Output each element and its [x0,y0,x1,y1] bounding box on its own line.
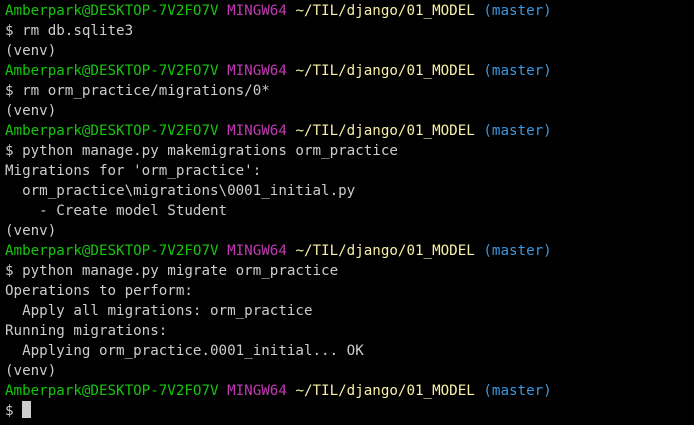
output-text: - Create model Student [5,203,228,219]
prompt-symbol: $ [5,143,14,159]
command-text: rm db.sqlite3 [22,23,134,39]
output-line: (venv) [5,101,694,121]
prompt-user-host: Amberpark@DESKTOP-7V2FO7V [5,3,219,19]
output-line: Applying orm_practice.0001_initial... OK [5,341,694,361]
output-text: Running migrations: [5,323,168,339]
prompt-path: ~/TIL/django/01_MODEL [295,3,475,19]
command-text: rm orm_practice/migrations/0* [22,83,270,99]
output-line: Apply all migrations: orm_practice [5,301,694,321]
prompt-path: ~/TIL/django/01_MODEL [295,243,475,259]
command-line: $ rm orm_practice/migrations/0* [5,81,694,101]
prompt-system: MINGW64 [227,243,287,259]
prompt-system: MINGW64 [227,3,287,19]
output-line: - Create model Student [5,201,694,221]
output-text: (venv) [5,43,57,59]
output-line: (venv) [5,41,694,61]
output-line: orm_practice\migrations\0001_initial.py [5,181,694,201]
prompt-line: Amberpark@DESKTOP-7V2FO7V MINGW64 ~/TIL/… [5,121,694,141]
prompt-line: Amberpark@DESKTOP-7V2FO7V MINGW64 ~/TIL/… [5,381,694,401]
prompt-branch: (master) [483,123,552,139]
prompt-symbol: $ [5,23,14,39]
prompt-line: Amberpark@DESKTOP-7V2FO7V MINGW64 ~/TIL/… [5,241,694,261]
output-text: (venv) [5,223,57,239]
prompt-system: MINGW64 [227,63,287,79]
output-line: (venv) [5,221,694,241]
prompt-user-host: Amberpark@DESKTOP-7V2FO7V [5,123,219,139]
prompt-branch: (master) [483,383,552,399]
command-line: $ python manage.py makemigrations orm_pr… [5,141,694,161]
prompt-line: Amberpark@DESKTOP-7V2FO7V MINGW64 ~/TIL/… [5,61,694,81]
output-line: Running migrations: [5,321,694,341]
output-line: (venv) [5,361,694,381]
output-text: Applying orm_practice.0001_initial... OK [5,343,364,359]
prompt-path: ~/TIL/django/01_MODEL [295,63,475,79]
command-line: $ rm db.sqlite3 [5,21,694,41]
prompt-branch: (master) [483,243,552,259]
terminal-window[interactable]: Amberpark@DESKTOP-7V2FO7V MINGW64 ~/TIL/… [0,0,694,425]
prompt-path: ~/TIL/django/01_MODEL [295,123,475,139]
output-text: Migrations for 'orm_practice': [5,163,262,179]
prompt-system: MINGW64 [227,383,287,399]
prompt-line: Amberpark@DESKTOP-7V2FO7V MINGW64 ~/TIL/… [5,1,694,21]
output-line: Operations to perform: [5,281,694,301]
prompt-user-host: Amberpark@DESKTOP-7V2FO7V [5,243,219,259]
prompt-user-host: Amberpark@DESKTOP-7V2FO7V [5,383,219,399]
input-line: $ [5,401,694,421]
output-text: orm_practice\migrations\0001_initial.py [5,183,356,199]
command-line: $ python manage.py migrate orm_practice [5,261,694,281]
text-cursor [22,401,32,418]
command-text: python manage.py makemigrations orm_prac… [22,143,398,159]
prompt-symbol: $ [5,83,14,99]
prompt-path: ~/TIL/django/01_MODEL [295,383,475,399]
command-text: python manage.py migrate orm_practice [22,263,339,279]
output-text: Apply all migrations: orm_practice [5,303,313,319]
output-line: Migrations for 'orm_practice': [5,161,694,181]
prompt-symbol: $ [5,403,14,419]
output-text: (venv) [5,103,57,119]
prompt-system: MINGW64 [227,123,287,139]
prompt-user-host: Amberpark@DESKTOP-7V2FO7V [5,63,219,79]
prompt-branch: (master) [483,63,552,79]
output-text: Operations to perform: [5,283,193,299]
prompt-branch: (master) [483,3,552,19]
prompt-symbol: $ [5,263,14,279]
output-text: (venv) [5,363,57,379]
